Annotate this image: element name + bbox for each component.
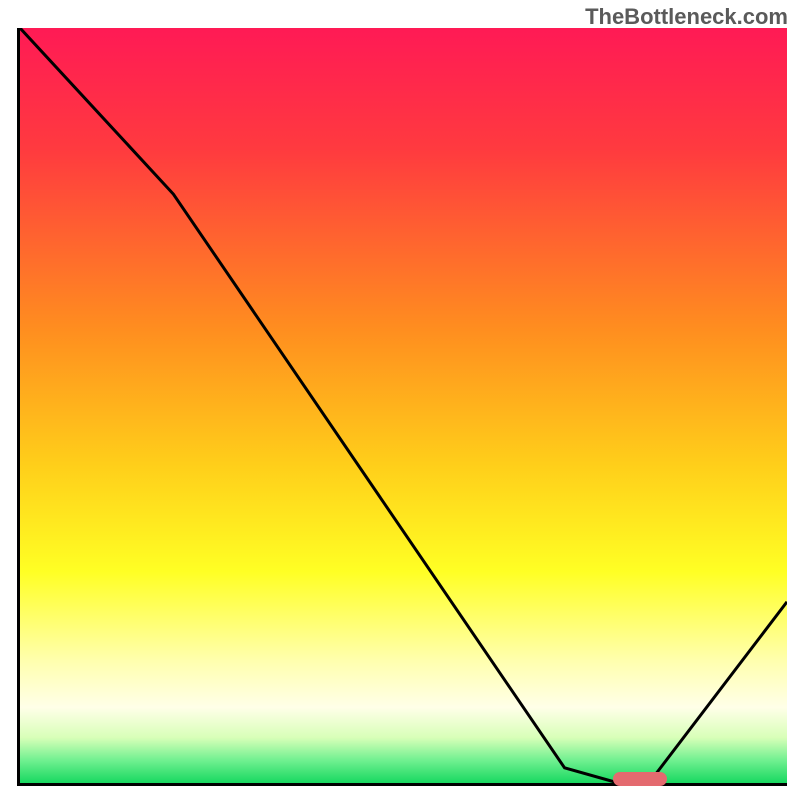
gradient-background: [20, 28, 787, 783]
watermark-text: TheBottleneck.com: [585, 4, 788, 30]
optimal-range-marker: [613, 772, 667, 786]
plot-area: [17, 28, 787, 786]
chart-container: TheBottleneck.com: [0, 0, 800, 800]
